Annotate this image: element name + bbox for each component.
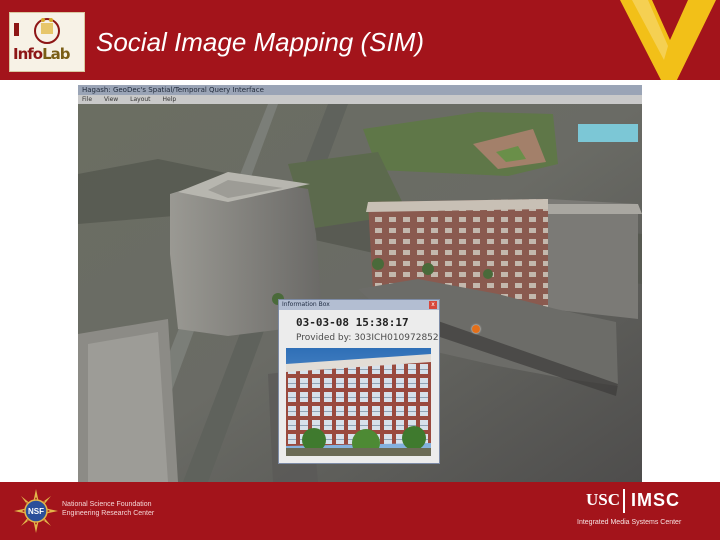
app-title-bar: Hagash: GeoDec's Spatial/Temporal Query … bbox=[78, 85, 642, 95]
menu-file[interactable]: File bbox=[82, 96, 92, 103]
photo-timestamp: 03-03-08 15:38:17 bbox=[296, 316, 409, 329]
svg-text:NSF: NSF bbox=[28, 507, 44, 516]
nsf-caption: National Science Foundation Engineering … bbox=[62, 500, 154, 518]
slide-title: Social Image Mapping (SIM) bbox=[96, 27, 425, 57]
imsc-logo: IMSC bbox=[631, 490, 680, 510]
menu-view[interactable]: View bbox=[104, 96, 118, 103]
close-icon[interactable]: x bbox=[429, 301, 437, 309]
information-box: Information Box x 03-03-08 15:38:17 Prov… bbox=[278, 299, 440, 464]
imsc-tagline: Integrated Media Systems Center bbox=[577, 519, 682, 526]
logo-wordmark: InfoLab bbox=[13, 45, 71, 63]
logo-lab-text: Lab bbox=[42, 45, 70, 63]
nsf-line-1: National Science Foundation bbox=[62, 501, 152, 508]
usc-logo: USC bbox=[586, 490, 621, 509]
app-window: Hagash: GeoDec's Spatial/Temporal Query … bbox=[78, 85, 642, 482]
app-menu-bar: File View Layout Help bbox=[78, 95, 642, 104]
nsf-line-2: Engineering Research Center bbox=[62, 510, 155, 517]
menu-layout[interactable]: Layout bbox=[130, 96, 150, 103]
building-photo bbox=[286, 348, 431, 456]
menu-help[interactable]: Help bbox=[162, 96, 176, 103]
logo-info-text: Info bbox=[13, 45, 43, 63]
info-box-title: Information Box bbox=[279, 300, 439, 310]
infolab-logo: InfoLab bbox=[9, 12, 85, 72]
v-logo-icon bbox=[612, 0, 720, 86]
location-marker-icon[interactable] bbox=[472, 325, 480, 333]
photo-provider: Provided by: 303ICH010972852 bbox=[296, 333, 439, 343]
logo-divider bbox=[623, 489, 625, 513]
nsf-seal-icon: NSF bbox=[14, 489, 58, 533]
